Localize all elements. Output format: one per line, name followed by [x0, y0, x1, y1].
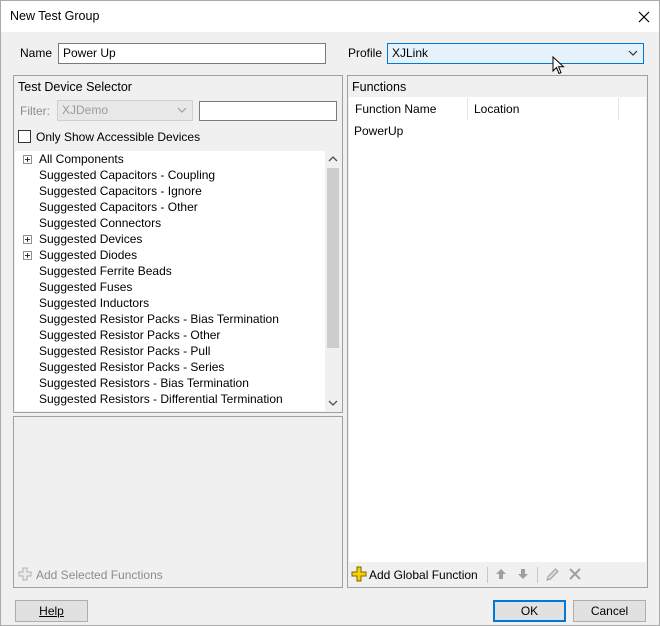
- window-title: New Test Group: [10, 9, 100, 23]
- help-button[interactable]: Help: [15, 600, 88, 622]
- function-row-name[interactable]: PowerUp: [354, 124, 403, 138]
- accessible-devices-label: Only Show Accessible Devices: [36, 130, 201, 144]
- functions-header: Functions: [352, 80, 407, 94]
- arrow-up-icon: [496, 569, 506, 579]
- add-global-function-button[interactable]: [351, 566, 367, 582]
- tree-item[interactable]: Suggested Resistor Packs - Bias Terminat…: [15, 311, 325, 327]
- selected-functions-panel: [13, 416, 343, 588]
- toolbar-divider: [537, 567, 538, 583]
- add-global-function-label: Add Global Function: [369, 568, 478, 582]
- tree-item-label: Suggested Resistors - Differential Termi…: [39, 392, 283, 406]
- expand-plus-icon[interactable]: [23, 235, 32, 244]
- move-up-button[interactable]: [494, 567, 508, 581]
- tree-item[interactable]: Suggested Fuses: [15, 279, 325, 295]
- toolbar-divider: [487, 567, 488, 583]
- title-bar: New Test Group: [1, 1, 659, 32]
- chevron-down-icon: [628, 50, 638, 56]
- scroll-up-icon[interactable]: [328, 155, 338, 163]
- tree-item-label: Suggested Connectors: [39, 216, 162, 230]
- chevron-down-icon: [177, 107, 187, 113]
- tree-item-label: Suggested Resistor Packs - Other: [39, 328, 221, 342]
- test-device-selector-header: Test Device Selector: [18, 80, 132, 94]
- ok-button[interactable]: OK: [493, 600, 566, 622]
- tree-item[interactable]: Suggested Resistor Packs - Series: [15, 359, 325, 375]
- filter-select[interactable]: XJDemo: [57, 100, 193, 121]
- tree-item-label: Suggested Inductors: [39, 296, 150, 310]
- tree-item[interactable]: Suggested Capacitors - Ignore: [15, 183, 325, 199]
- functions-list: [349, 97, 646, 562]
- tree-item[interactable]: Suggested Diodes: [15, 247, 325, 263]
- plus-icon: [18, 567, 32, 581]
- add-selected-functions-label: Add Selected Functions: [36, 568, 163, 582]
- tree-item-label: All Components: [39, 152, 124, 166]
- plus-icon: [351, 566, 367, 582]
- profile-value: XJLink: [392, 46, 429, 60]
- close-icon: [638, 11, 650, 22]
- mouse-cursor-icon: [552, 56, 565, 75]
- add-selected-functions-button[interactable]: [18, 567, 32, 581]
- tree-item[interactable]: Suggested Resistor Packs - Pull: [15, 343, 325, 359]
- tree-item-label: Suggested Resistor Packs - Series: [39, 360, 225, 374]
- tree-item[interactable]: All Components: [15, 151, 325, 167]
- tree-item-label: Suggested Devices: [39, 232, 143, 246]
- expand-plus-icon[interactable]: [23, 251, 32, 260]
- scroll-thumb[interactable]: [327, 168, 339, 348]
- device-tree[interactable]: All Components Suggested Capacitors - Cou…: [15, 151, 341, 411]
- tree-item-label: Suggested Resistor Packs - Bias Terminat…: [39, 312, 279, 326]
- help-button-label: Help: [39, 604, 64, 618]
- new-test-group-dialog: New Test Group Name Power Up Profile XJL…: [0, 0, 660, 626]
- tree-item-label: Suggested Resistors - Bias Termination: [39, 376, 249, 390]
- tree-item-label: Suggested Capacitors - Coupling: [39, 168, 216, 182]
- arrow-down-icon: [518, 569, 528, 579]
- name-label: Name: [20, 46, 53, 60]
- tree-item-label: Suggested Resistor Packs - Pull: [39, 344, 211, 358]
- column-header-location[interactable]: Location: [468, 98, 619, 120]
- ok-button-label: OK: [520, 604, 539, 618]
- filter-value: XJDemo: [62, 103, 109, 117]
- filter-label: Filter:: [20, 104, 50, 118]
- tree-item-label: Suggested Ferrite Beads: [39, 264, 172, 278]
- accessible-devices-checkbox[interactable]: [18, 130, 31, 143]
- cancel-button-label: Cancel: [590, 604, 629, 618]
- tree-item-label: Suggested Diodes: [39, 248, 138, 262]
- cancel-button[interactable]: Cancel: [573, 600, 646, 622]
- tree-item[interactable]: Suggested Connectors: [15, 215, 325, 231]
- edit-button[interactable]: [544, 566, 560, 582]
- column-header-function-name[interactable]: Function Name: [349, 98, 468, 120]
- tree-item[interactable]: Suggested Resistors - Differential Termi…: [15, 391, 325, 407]
- tree-item[interactable]: Suggested Capacitors - Other: [15, 199, 325, 215]
- tree-item[interactable]: Suggested Resistor Packs - Other: [15, 327, 325, 343]
- tree-item-label: Suggested Capacitors - Other: [39, 200, 198, 214]
- tree-item-label: Suggested Capacitors - Ignore: [39, 184, 202, 198]
- tree-item[interactable]: Suggested Capacitors - Coupling: [15, 167, 325, 183]
- tree-item[interactable]: Suggested Devices: [15, 231, 325, 247]
- filter-text-input[interactable]: [199, 101, 337, 121]
- name-input[interactable]: Power Up: [58, 43, 326, 64]
- close-button[interactable]: [629, 1, 659, 32]
- profile-select[interactable]: XJLink: [387, 43, 644, 64]
- expand-plus-icon[interactable]: [23, 155, 32, 164]
- delete-button[interactable]: [567, 566, 583, 582]
- pencil-icon: [545, 567, 559, 581]
- delete-x-icon: [569, 568, 581, 580]
- profile-label: Profile: [348, 46, 383, 60]
- tree-item[interactable]: Suggested Inductors: [15, 295, 325, 311]
- scroll-down-icon[interactable]: [328, 399, 338, 407]
- tree-item[interactable]: Suggested Resistors - Bias Termination: [15, 375, 325, 391]
- move-down-button[interactable]: [516, 567, 530, 581]
- tree-scrollbar[interactable]: [325, 151, 341, 411]
- tree-item-label: Suggested Fuses: [39, 280, 133, 294]
- tree-item[interactable]: Suggested Ferrite Beads: [15, 263, 325, 279]
